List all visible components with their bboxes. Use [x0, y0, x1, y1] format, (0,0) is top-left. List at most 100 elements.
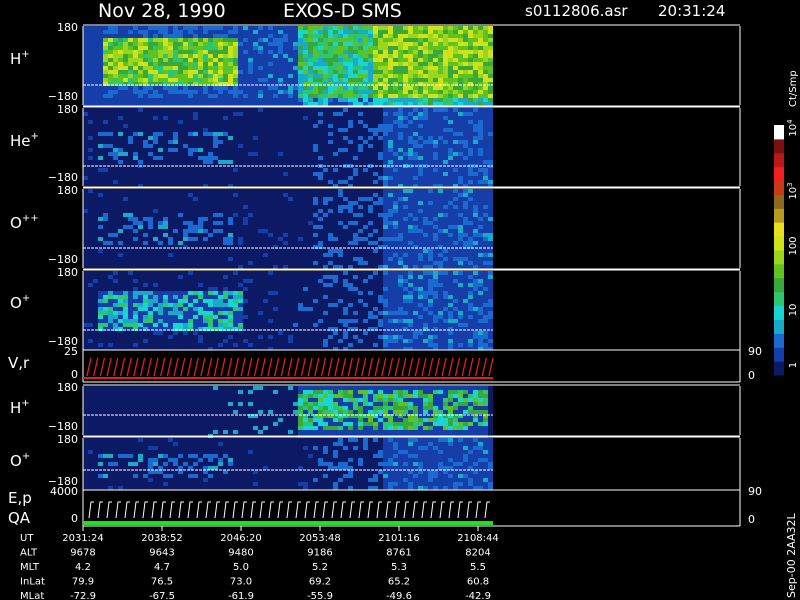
- spectrogram-cell: [388, 394, 393, 398]
- spectrogram-cell: [148, 50, 153, 54]
- spectrogram-cell: [463, 74, 468, 78]
- spectrogram-cell: [133, 26, 138, 30]
- spectrogram-cell: [303, 482, 308, 486]
- ephemeris-value: 2101:16: [378, 533, 420, 544]
- spectrogram-cell: [488, 66, 493, 70]
- spectrogram-cell: [468, 26, 473, 30]
- spectrogram-cell: [193, 303, 198, 307]
- spectrogram-cell: [473, 233, 478, 237]
- spectrogram-cell: [193, 46, 198, 50]
- spectrogram-cell: [353, 74, 358, 78]
- spectrogram-cell: [338, 30, 343, 34]
- spectrogram-cell: [278, 78, 283, 82]
- ephemeris-value: 4.2: [75, 562, 91, 573]
- spectrogram-cell: [433, 26, 438, 30]
- spectrogram-cell: [463, 42, 468, 46]
- spectrogram-cell: [408, 180, 413, 184]
- spectrogram-cell: [413, 311, 418, 315]
- spectrogram-cell: [323, 339, 328, 343]
- spectrogram-cell: [333, 26, 338, 30]
- spectrogram-cell: [388, 180, 393, 184]
- spectrogram-cell: [478, 116, 483, 120]
- spectrogram-cell: [173, 462, 178, 466]
- spectrogram-cell: [448, 265, 453, 269]
- spectrogram-cell: [328, 58, 333, 62]
- spectrogram-cell: [398, 458, 403, 462]
- spectrogram-cell: [373, 66, 378, 70]
- spectrogram-cell: [193, 74, 198, 78]
- spectrogram-cell: [423, 98, 428, 102]
- spectrogram-cell: [303, 402, 308, 406]
- spectrogram-cell: [393, 283, 398, 287]
- spectrogram-cell: [193, 112, 198, 116]
- spectrogram-cell: [413, 426, 418, 430]
- spectrogram-cell: [453, 478, 458, 482]
- spectrogram-cell: [438, 233, 443, 237]
- spectrogram-cell: [483, 108, 488, 112]
- spectrogram-cell: [148, 478, 153, 482]
- spectrogram-cell: [128, 42, 133, 46]
- spectrogram-cell: [408, 66, 413, 70]
- spectrogram-cell: [473, 458, 478, 462]
- spectrogram-cell: [238, 50, 243, 54]
- spectrogram-cell: [198, 217, 203, 221]
- colorbar-swatch: [774, 152, 784, 168]
- spectrogram-cell: [428, 386, 433, 390]
- qa-trace: [83, 521, 493, 525]
- spectrogram-cell: [458, 152, 463, 156]
- spectrogram-cell: [403, 303, 408, 307]
- spectrogram-cell: [478, 120, 483, 124]
- spectrogram-cell: [153, 331, 158, 335]
- spectrogram-cell: [348, 418, 353, 422]
- spectrogram-cell: [238, 86, 243, 90]
- spectrogram-cell: [428, 189, 433, 193]
- spectrogram-cell: [308, 410, 313, 414]
- spectrogram-cell: [93, 54, 98, 58]
- spectrogram-cell: [348, 62, 353, 66]
- spectrogram-cell: [418, 30, 423, 34]
- spectrogram-cell: [448, 205, 453, 209]
- spectrogram-cell: [223, 291, 228, 295]
- spectrogram-cell: [403, 287, 408, 291]
- spectrogram-cell: [188, 62, 193, 66]
- spectrogram-cell: [203, 132, 208, 136]
- spectrogram-cell: [233, 38, 238, 42]
- spectrogram-cell: [118, 90, 123, 94]
- spectrogram-cell: [388, 152, 393, 156]
- spectrogram-cell: [388, 466, 393, 470]
- spectrogram-cell: [338, 26, 343, 30]
- spectrogram-cell: [363, 70, 368, 74]
- ephemeris-value: 9186: [307, 548, 332, 559]
- spectrogram-cell: [393, 386, 398, 390]
- spectrogram-cell: [168, 438, 173, 442]
- spectrogram-cell: [128, 213, 133, 217]
- spectrogram-cell: [458, 38, 463, 42]
- spectrogram-cell: [433, 54, 438, 58]
- spectrogram-cell: [133, 102, 138, 106]
- spectrogram-cell: [258, 38, 263, 42]
- spectrogram-cell: [363, 406, 368, 410]
- spectrogram-cell: [433, 402, 438, 406]
- spectrogram-cell: [303, 422, 308, 426]
- spectrogram-cell: [248, 34, 253, 38]
- spectrogram-cell: [98, 474, 103, 478]
- spectrogram-cell: [228, 66, 233, 70]
- spectrogram-cell: [473, 482, 478, 486]
- spectrogram-cell: [488, 46, 493, 50]
- spectrogram-cell: [123, 102, 128, 106]
- spectrogram-cell: [473, 311, 478, 315]
- spectrogram-cell: [468, 307, 473, 311]
- spectrogram-cell: [273, 98, 278, 102]
- spectrogram-cell: [438, 275, 443, 279]
- spectrogram-cell: [218, 303, 223, 307]
- spectrogram-cell: [368, 34, 373, 38]
- spectrogram-cell: [438, 86, 443, 90]
- spectrogram-cell: [458, 102, 463, 106]
- spectrogram-cell: [438, 30, 443, 34]
- spectrogram-cell: [363, 66, 368, 70]
- spectrogram-cell: [328, 90, 333, 94]
- spectrogram-cell: [443, 307, 448, 311]
- spectrogram-cell: [488, 193, 493, 197]
- spectrogram-cell: [298, 94, 303, 98]
- spectrogram-cell: [138, 299, 143, 303]
